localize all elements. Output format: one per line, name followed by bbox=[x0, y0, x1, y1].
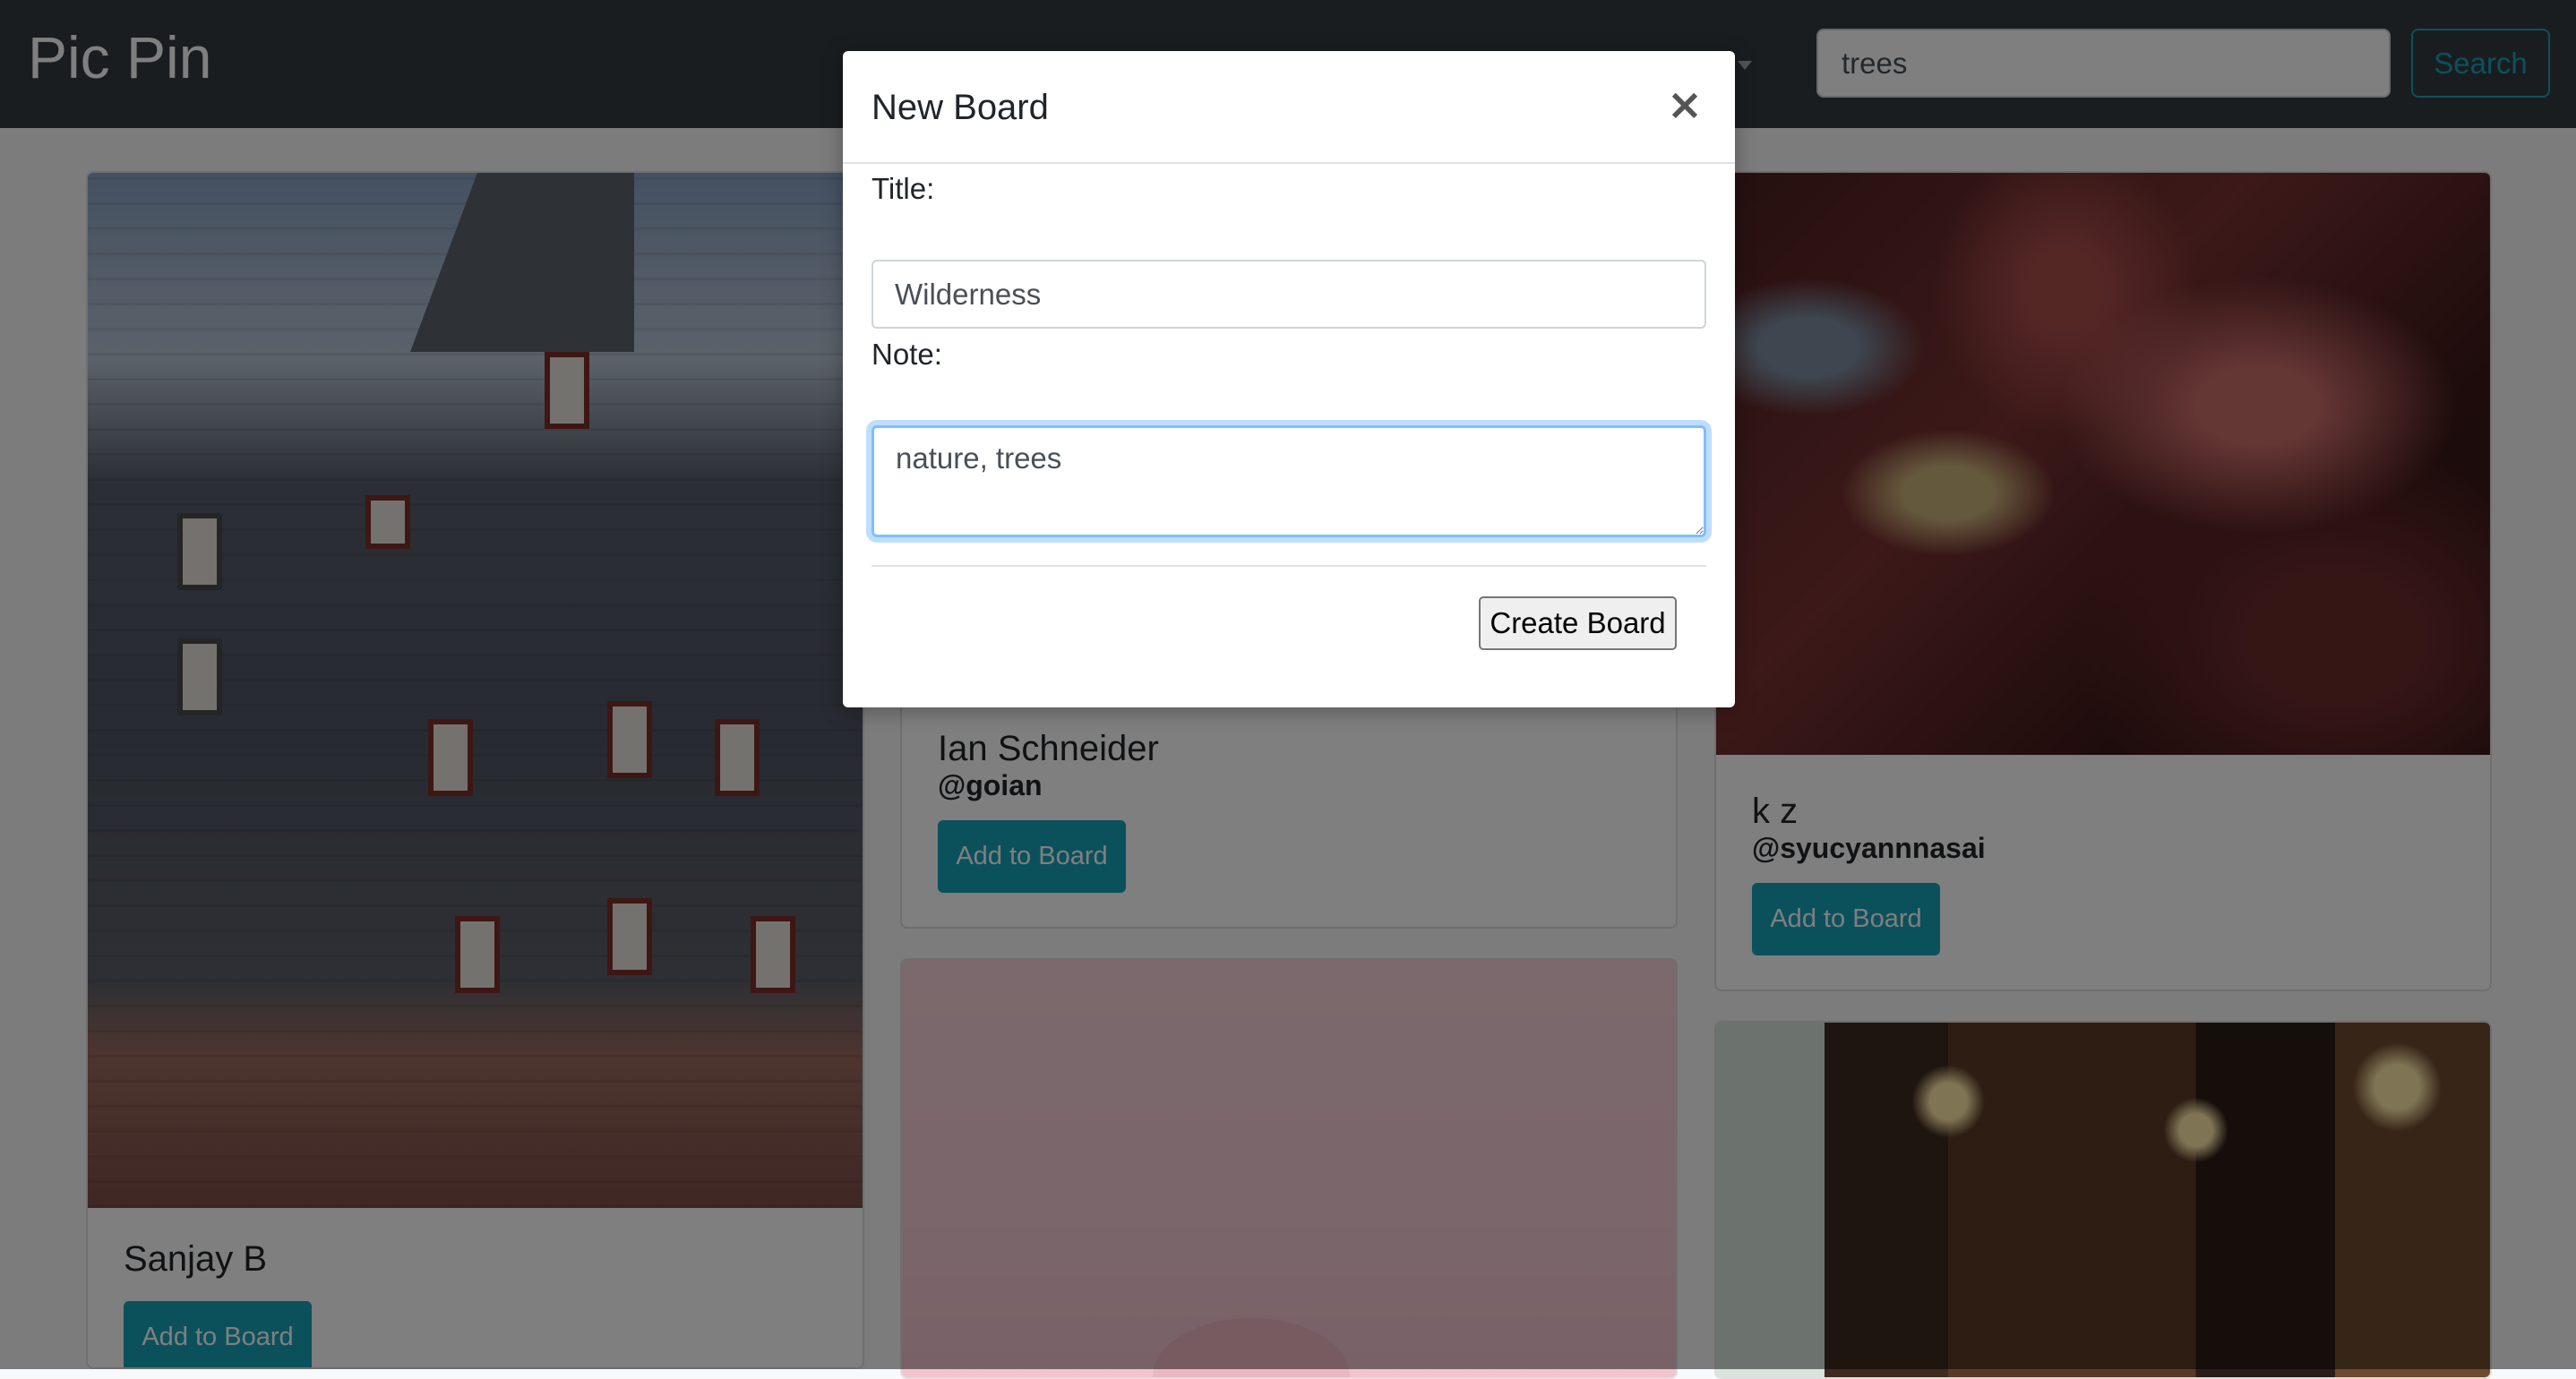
note-label: Note: bbox=[872, 338, 942, 371]
new-board-modal: New Board × Title: Note: nature, trees C… bbox=[843, 51, 1735, 707]
modal-header-divider bbox=[843, 162, 1735, 164]
close-icon[interactable]: × bbox=[1663, 80, 1706, 130]
modal-title: New Board bbox=[872, 88, 1049, 127]
board-note-textarea[interactable]: nature, trees bbox=[872, 425, 1706, 537]
board-title-input[interactable] bbox=[872, 260, 1706, 329]
title-label: Title: bbox=[872, 172, 935, 205]
create-board-button[interactable]: Create Board bbox=[1479, 596, 1677, 650]
form-divider bbox=[872, 565, 1706, 567]
